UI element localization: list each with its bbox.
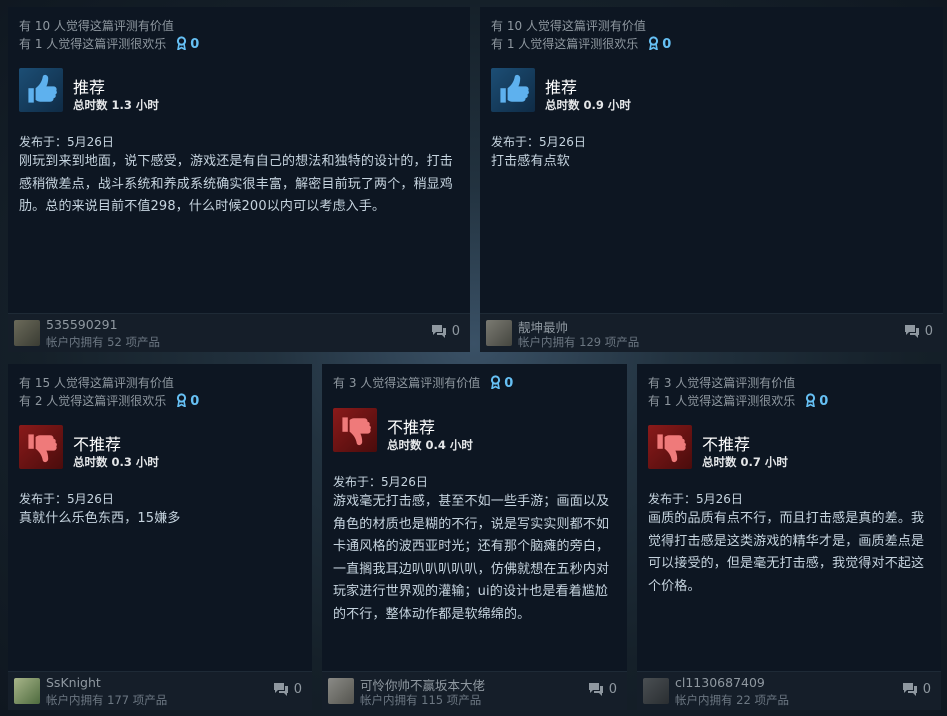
review-card: 有 10 人觉得这篇评测有价值 有 1 人觉得这篇评测很欢乐 0 推荐 总时数 1… <box>8 7 470 352</box>
avatar[interactable] <box>643 678 669 704</box>
playtime-hours: 总时数 0.4 小时 <box>387 438 473 452</box>
review-text: 真就什么乐色东西，15嫌多 <box>19 511 181 526</box>
thumbs-down-icon <box>333 408 377 452</box>
username[interactable]: cl1130687409 <box>675 675 765 690</box>
avatar[interactable] <box>14 320 40 346</box>
products-owned: 帐户内拥有 52 项产品 <box>46 335 160 349</box>
comments-button[interactable]: 0 <box>588 682 617 697</box>
funny-count: 有 1 人觉得这篇评测很欢乐 0 <box>19 35 199 54</box>
username[interactable]: 535590291 <box>46 317 118 332</box>
products-owned: 帐户内拥有 177 项产品 <box>46 693 168 707</box>
comments-button[interactable]: 0 <box>273 682 302 697</box>
helpful-count-text: 有 3 人觉得这篇评测有价值 <box>333 376 481 390</box>
funny-count-text: 有 1 人觉得这篇评测很欢乐 <box>648 394 796 408</box>
award-count: 0 <box>190 394 200 409</box>
award-count: 0 <box>662 37 672 52</box>
award-count: 0 <box>504 376 514 391</box>
products-owned: 帐户内拥有 115 项产品 <box>360 693 482 707</box>
review-verdict[interactable]: 不推荐 <box>702 431 750 455</box>
comment-count: 0 <box>451 324 460 339</box>
thumbs-down-icon <box>19 425 63 469</box>
funny-count-text: 有 1 人觉得这篇评测很欢乐 <box>491 37 639 51</box>
award-count: 0 <box>190 37 200 52</box>
thumbs-up-icon <box>491 68 535 112</box>
award-count: 0 <box>819 394 829 409</box>
comments-button[interactable]: 0 <box>902 682 931 697</box>
comment-icon <box>902 683 917 696</box>
playtime-hours: 总时数 0.9 小时 <box>545 98 631 112</box>
award-button[interactable]: 0 <box>490 375 514 391</box>
award-button[interactable]: 0 <box>176 36 200 52</box>
review-footer: 靓坤最帅 帐户内拥有 129 项产品 0 <box>480 313 943 352</box>
comment-icon <box>904 325 919 338</box>
playtime-hours: 总时数 1.3 小时 <box>73 98 159 112</box>
comment-count: 0 <box>924 324 933 339</box>
funny-count-text: 有 2 人觉得这篇评测很欢乐 <box>19 394 167 408</box>
funny-count: 有 2 人觉得这篇评测很欢乐 0 <box>19 392 199 411</box>
award-icon <box>491 375 501 391</box>
comment-icon <box>431 325 446 338</box>
avatar[interactable] <box>14 678 40 704</box>
username[interactable]: SsKnight <box>46 675 101 690</box>
thumbs-up-icon <box>19 68 63 112</box>
comment-count: 0 <box>922 682 931 697</box>
helpful-count: 有 15 人觉得这篇评测有价值 <box>19 376 174 390</box>
award-icon <box>177 393 187 409</box>
comments-button[interactable]: 0 <box>431 324 460 339</box>
comment-count: 0 <box>293 682 302 697</box>
review-footer: 可怜你帅不赢坂本大佬 帐户内拥有 115 项产品 0 <box>322 671 627 710</box>
products-owned: 帐户内拥有 129 项产品 <box>518 335 640 349</box>
review-card: 有 3 人觉得这篇评测有价值 0 不推荐 总时数 0.4 小时 发布于：5月26日… <box>322 364 627 710</box>
products-owned: 帐户内拥有 22 项产品 <box>675 693 789 707</box>
posted-date: 发布于：5月26日 <box>648 492 743 506</box>
review-verdict[interactable]: 不推荐 <box>387 414 435 438</box>
playtime-hours: 总时数 0.3 小时 <box>73 455 159 469</box>
funny-count: 有 1 人觉得这篇评测很欢乐 0 <box>648 392 828 411</box>
comments-button[interactable]: 0 <box>904 324 933 339</box>
award-icon <box>177 36 187 52</box>
posted-date: 发布于：5月26日 <box>491 135 586 149</box>
review-footer: cl1130687409 帐户内拥有 22 项产品 0 <box>637 671 941 710</box>
review-text: 画质的品质有点不行，而且打击感是真的差。我觉得打击感是这类游戏的精华才是，画质差… <box>648 511 925 594</box>
posted-date: 发布于：5月26日 <box>19 135 114 149</box>
award-button[interactable]: 0 <box>648 36 672 52</box>
award-icon <box>806 393 816 409</box>
review-card: 有 15 人觉得这篇评测有价值 有 2 人觉得这篇评测很欢乐 0 不推荐 总时数 … <box>8 364 312 710</box>
review-footer: 535590291 帐户内拥有 52 项产品 0 <box>8 313 470 352</box>
comment-count: 0 <box>608 682 617 697</box>
review-text: 打击感有点软 <box>491 154 570 169</box>
playtime-hours: 总时数 0.7 小时 <box>702 455 788 469</box>
helpful-count: 有 10 人觉得这篇评测有价值 <box>19 19 174 33</box>
helpful-count: 有 3 人觉得这篇评测有价值 0 <box>333 374 513 393</box>
review-card: 有 10 人觉得这篇评测有价值 有 1 人觉得这篇评测很欢乐 0 推荐 总时数 0… <box>480 7 943 352</box>
thumbs-down-icon <box>648 425 692 469</box>
funny-count-text: 有 1 人觉得这篇评测很欢乐 <box>19 37 167 51</box>
helpful-count: 有 10 人觉得这篇评测有价值 <box>491 19 646 33</box>
review-card: 有 3 人觉得这篇评测有价值 有 1 人觉得这篇评测很欢乐 0 不推荐 总时数 0… <box>637 364 941 710</box>
comment-icon <box>588 683 603 696</box>
avatar[interactable] <box>328 678 354 704</box>
award-icon <box>649 36 659 52</box>
review-verdict[interactable]: 推荐 <box>545 74 577 98</box>
review-text: 游戏毫无打击感，甚至不如一些手游；画面以及角色的材质也是糊的不行，说是写实实则都… <box>333 494 610 622</box>
avatar[interactable] <box>486 320 512 346</box>
award-button[interactable]: 0 <box>176 393 200 409</box>
funny-count: 有 1 人觉得这篇评测很欢乐 0 <box>491 35 671 54</box>
review-text: 刚玩到来到地面，说下感受，游戏还是有自己的想法和独特的设计的，打击感稍微差点，战… <box>19 154 453 214</box>
review-verdict[interactable]: 不推荐 <box>73 431 121 455</box>
award-button[interactable]: 0 <box>805 393 829 409</box>
review-footer: SsKnight 帐户内拥有 177 项产品 0 <box>8 671 312 710</box>
posted-date: 发布于：5月26日 <box>19 492 114 506</box>
comment-icon <box>273 683 288 696</box>
review-verdict[interactable]: 推荐 <box>73 74 105 98</box>
helpful-count: 有 3 人觉得这篇评测有价值 <box>648 376 796 390</box>
posted-date: 发布于：5月26日 <box>333 475 428 489</box>
